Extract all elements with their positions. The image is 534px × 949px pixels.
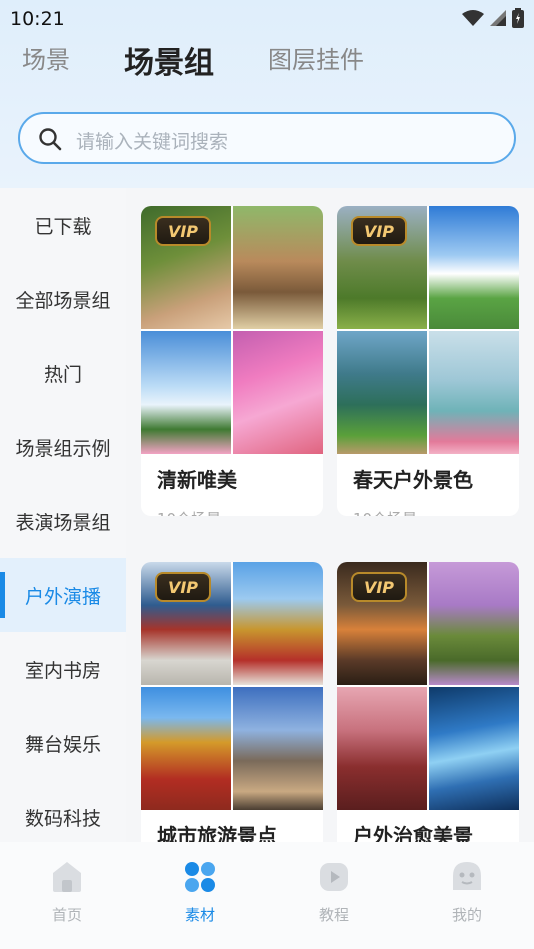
tab-scene-group[interactable]: 场景组: [124, 38, 214, 82]
card-title: 户外治愈美景: [353, 824, 473, 842]
play-icon: [320, 863, 348, 891]
thumbnail-underwater: [429, 687, 519, 810]
vip-badge: VIP: [351, 216, 407, 246]
thumbnail-patio: [233, 206, 323, 329]
thumbnail-road-sky: [429, 206, 519, 329]
thumbnail-hobbit-house: [429, 562, 519, 685]
signal-icon: [490, 10, 506, 26]
category-sidebar: 已下载 全部场景组 热门 场景组示例 表演场景组 户外演播 室内书房 舞台娱乐 …: [0, 188, 126, 842]
sidebar-selected-bar: [0, 572, 5, 618]
bottom-navigation: 首页 素材 教程 我的: [0, 842, 534, 949]
grid-icon: [185, 862, 215, 892]
status-time: 10:21: [10, 8, 65, 30]
sidebar-item-stage[interactable]: 舞台娱乐: [0, 706, 126, 780]
thumbnail-forbidden-city: [233, 562, 323, 685]
sidebar-item-label: 场景组示例: [15, 437, 111, 460]
card-title: 城市旅游景点: [157, 824, 277, 842]
sidebar-item-label: 已下载: [34, 215, 92, 238]
sidebar-item-label: 表演场景组: [15, 511, 111, 534]
wifi-icon: [462, 10, 484, 26]
tab-layer-widget[interactable]: 图层挂件: [268, 40, 364, 75]
sidebar-item-downloaded[interactable]: 已下载: [0, 188, 126, 262]
thumbnail-european-palace: [233, 687, 323, 810]
card-thumbnail: VIP: [141, 562, 323, 810]
search-icon: [39, 128, 62, 151]
sidebar-item-outdoor[interactable]: 户外演播: [0, 558, 126, 632]
scene-group-card[interactable]: VIP 城市旅游景点: [141, 562, 323, 842]
card-count: 10个场景: [353, 508, 417, 516]
nav-material[interactable]: 素材: [160, 860, 240, 930]
nav-label: 我的: [451, 906, 482, 924]
nav-label: 首页: [51, 906, 82, 924]
thumbnail-lake-village: [337, 331, 427, 454]
nav-label: 教程: [318, 906, 349, 924]
thumbnail-cherry-blossom: [337, 687, 427, 810]
home-icon: [53, 862, 81, 892]
card-title: 清新唯美: [157, 468, 237, 492]
sidebar-item-label: 热门: [43, 363, 82, 386]
top-tabs: 场景 场景组 图层挂件: [0, 38, 534, 129]
sidebar-item-tech[interactable]: 数码科技: [0, 780, 126, 842]
thumbnail-pink-flowers: [233, 331, 323, 454]
sidebar-item-examples[interactable]: 场景组示例: [0, 410, 126, 484]
scene-group-card[interactable]: VIP 清新唯美 10个场景: [141, 206, 323, 516]
sidebar-item-study[interactable]: 室内书房: [0, 632, 126, 706]
sidebar-item-label: 数码科技: [24, 807, 101, 830]
sidebar-item-hot[interactable]: 热门: [0, 336, 126, 410]
nav-mine[interactable]: 我的: [427, 860, 507, 930]
sidebar-item-label: 户外演播: [24, 585, 101, 608]
sidebar-item-performance[interactable]: 表演场景组: [0, 484, 126, 558]
card-thumbnail: VIP: [337, 562, 519, 810]
thumbnail-sky-bench: [141, 331, 231, 454]
thumbnail-gate-tower: [141, 687, 231, 810]
sidebar-item-all[interactable]: 全部场景组: [0, 262, 126, 336]
battery-icon: [512, 8, 524, 28]
vip-badge: VIP: [155, 572, 211, 602]
face-icon: [453, 862, 481, 890]
search-placeholder: 请输入关键词搜索: [76, 131, 229, 153]
status-bar: 10:21: [0, 0, 534, 36]
card-thumbnail: VIP: [141, 206, 323, 454]
nav-label: 素材: [184, 906, 215, 924]
sidebar-item-label: 舞台娱乐: [24, 733, 101, 756]
card-count: 10个场景: [157, 508, 221, 516]
vip-badge: VIP: [351, 572, 407, 602]
tab-scene[interactable]: 场景: [22, 40, 70, 75]
sidebar-item-label: 室内书房: [24, 659, 101, 682]
sidebar-item-label: 全部场景组: [15, 289, 111, 312]
card-title: 春天户外景色: [353, 468, 473, 492]
card-thumbnail: VIP: [337, 206, 519, 454]
thumbnail-boat-lake: [429, 331, 519, 454]
scene-group-card[interactable]: VIP 户外治愈美景: [337, 562, 519, 842]
nav-home[interactable]: 首页: [27, 860, 107, 930]
scene-group-grid: VIP 清新唯美 10个场景 VIP 春天户外景色 10个场景 VIP 城市旅游…: [126, 188, 534, 842]
search-input[interactable]: 请输入关键词搜索: [18, 112, 516, 164]
scene-group-card[interactable]: VIP 春天户外景色 10个场景: [337, 206, 519, 516]
vip-badge: VIP: [155, 216, 211, 246]
nav-tutorial[interactable]: 教程: [294, 860, 374, 930]
